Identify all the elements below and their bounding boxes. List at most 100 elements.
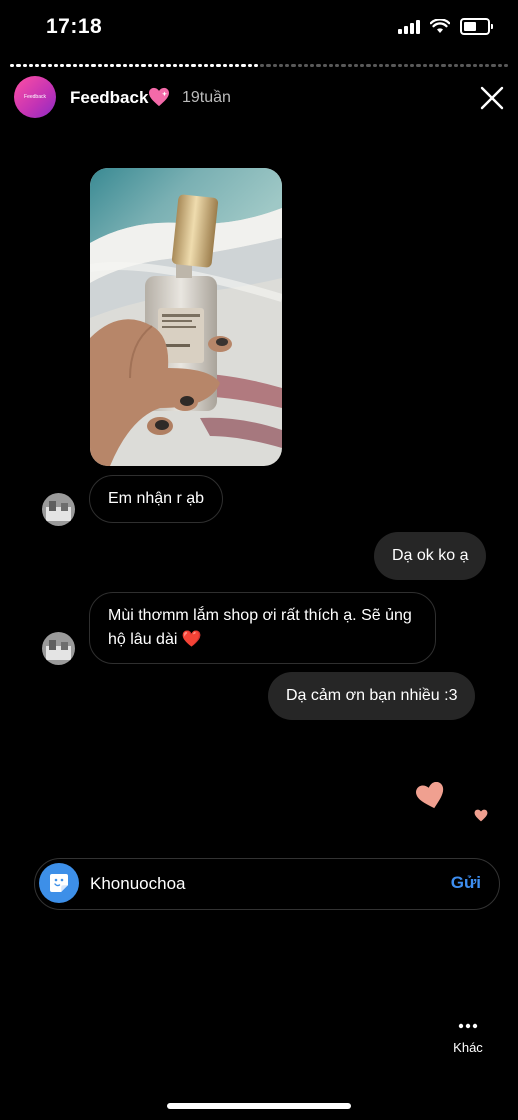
wifi-icon xyxy=(430,19,450,33)
story-name[interactable]: Feedback xyxy=(70,88,148,108)
story-progress-segment xyxy=(216,64,221,67)
story-progress-segment xyxy=(172,64,177,67)
story-progress-segment xyxy=(241,64,246,67)
sender-avatar[interactable] xyxy=(42,632,75,665)
story-progress-segment xyxy=(47,64,52,67)
story-header: Feedback Feedback 19tuần xyxy=(0,74,518,122)
message-incoming: Em nhận r ạb xyxy=(89,475,224,523)
story-progress-segment xyxy=(147,64,152,67)
story-progress-segment xyxy=(335,64,340,67)
story-progress-segment xyxy=(428,64,433,67)
story-progress-segment xyxy=(472,64,477,67)
reply-recipient[interactable]: Khonuochoa xyxy=(90,874,185,894)
story-progress-segment xyxy=(103,64,108,67)
story-progress-segment xyxy=(303,64,308,67)
sticker-icon[interactable] xyxy=(39,863,79,903)
sender-avatar[interactable] xyxy=(42,493,75,526)
reply-bar[interactable]: Khonuochoa Gửi xyxy=(34,858,500,910)
story-progress-segment xyxy=(122,64,127,67)
story-progress-segment xyxy=(203,64,208,67)
story-progress-segment xyxy=(435,64,440,67)
story-progress-segment xyxy=(247,64,252,67)
story-progress-segment xyxy=(197,64,202,67)
story-progress-segment xyxy=(447,64,452,67)
story-progress-segment xyxy=(185,64,190,67)
story-progress-segment xyxy=(97,64,102,67)
story-progress-segment xyxy=(297,64,302,67)
story-progress-segment xyxy=(360,64,365,67)
message-outgoing: Dạ ok ko ạ xyxy=(374,532,487,580)
perfume-photo xyxy=(90,168,282,466)
story-progress-segment xyxy=(341,64,346,67)
send-button[interactable]: Gửi xyxy=(451,873,481,893)
story-progress-segment xyxy=(91,64,96,67)
story-progress-segment xyxy=(22,64,27,67)
message-text: Dạ cảm ơn bạn nhiều :3 xyxy=(286,687,458,704)
story-progress-segment xyxy=(460,64,465,67)
heart-sticker-icon xyxy=(416,782,444,809)
message-text: Mùi thơmm lắm shop ơi rất thích ạ. Sẽ ủn… xyxy=(108,607,412,648)
story-progress-segment xyxy=(416,64,421,67)
story-progress-segment xyxy=(235,64,240,67)
story-progress-segment xyxy=(328,64,333,67)
story-progress-segment xyxy=(378,64,383,67)
story-progress-segment xyxy=(266,64,271,67)
story-progress-segment xyxy=(253,64,258,67)
more-label: Khác xyxy=(453,1040,483,1055)
avatar-text: Feedback xyxy=(24,94,46,100)
story-progress-segment xyxy=(278,64,283,67)
story-progress-segment xyxy=(78,64,83,67)
message-text: Em nhận r ạb xyxy=(108,490,205,507)
story-progress-segment xyxy=(485,64,490,67)
story-progress-segment xyxy=(441,64,446,67)
story-progress-segment xyxy=(53,64,58,67)
story-progress-segment xyxy=(347,64,352,67)
cellular-signal-icon xyxy=(398,19,420,34)
story-progress-segment xyxy=(228,64,233,67)
story-progress-segment xyxy=(28,64,33,67)
message-incoming: Mùi thơmm lắm shop ơi rất thích ạ. Sẽ ủn… xyxy=(89,592,436,664)
story-age: 19tuần xyxy=(182,89,231,106)
story-progress-segment xyxy=(310,64,315,67)
story-progress-bar xyxy=(10,64,508,67)
close-icon[interactable] xyxy=(478,84,506,112)
story-progress-segment xyxy=(353,64,358,67)
story-progress-segment xyxy=(16,64,21,67)
story-progress-segment xyxy=(110,64,115,67)
story-progress-segment xyxy=(116,64,121,67)
story-progress-segment xyxy=(166,64,171,67)
story-progress-segment xyxy=(60,64,65,67)
pink-heart-emoji-icon xyxy=(149,87,169,107)
home-indicator[interactable] xyxy=(167,1103,351,1109)
story-progress-segment xyxy=(372,64,377,67)
story-progress-segment xyxy=(397,64,402,67)
story-progress-segment xyxy=(35,64,40,67)
story-progress-segment xyxy=(410,64,415,67)
story-progress-segment xyxy=(497,64,502,67)
story-progress-segment xyxy=(135,64,140,67)
story-progress-segment xyxy=(478,64,483,67)
status-bar: 17:18 xyxy=(0,0,518,56)
message-text: Dạ ok ko ạ xyxy=(392,547,469,564)
more-dots-icon[interactable] xyxy=(458,1023,478,1029)
story-progress-segment xyxy=(66,64,71,67)
story-avatar[interactable]: Feedback xyxy=(14,76,56,118)
message-outgoing: Dạ cảm ơn bạn nhiều :3 xyxy=(268,672,476,720)
story-progress-segment xyxy=(291,64,296,67)
story-progress-segment xyxy=(153,64,158,67)
story-progress-segment xyxy=(191,64,196,67)
story-progress-segment xyxy=(210,64,215,67)
more-button[interactable]: Khác xyxy=(444,1016,492,1076)
status-time: 17:18 xyxy=(46,15,103,38)
story-progress-segment xyxy=(422,64,427,67)
story-progress-segment xyxy=(10,64,15,67)
story-progress-segment xyxy=(260,64,265,67)
story-progress-segment xyxy=(222,64,227,67)
story-progress-segment xyxy=(272,64,277,67)
story-progress-segment xyxy=(453,64,458,67)
story-progress-segment xyxy=(403,64,408,67)
story-progress-segment xyxy=(316,64,321,67)
story-progress-segment xyxy=(366,64,371,67)
story-progress-segment xyxy=(160,64,165,67)
story-progress-segment xyxy=(128,64,133,67)
